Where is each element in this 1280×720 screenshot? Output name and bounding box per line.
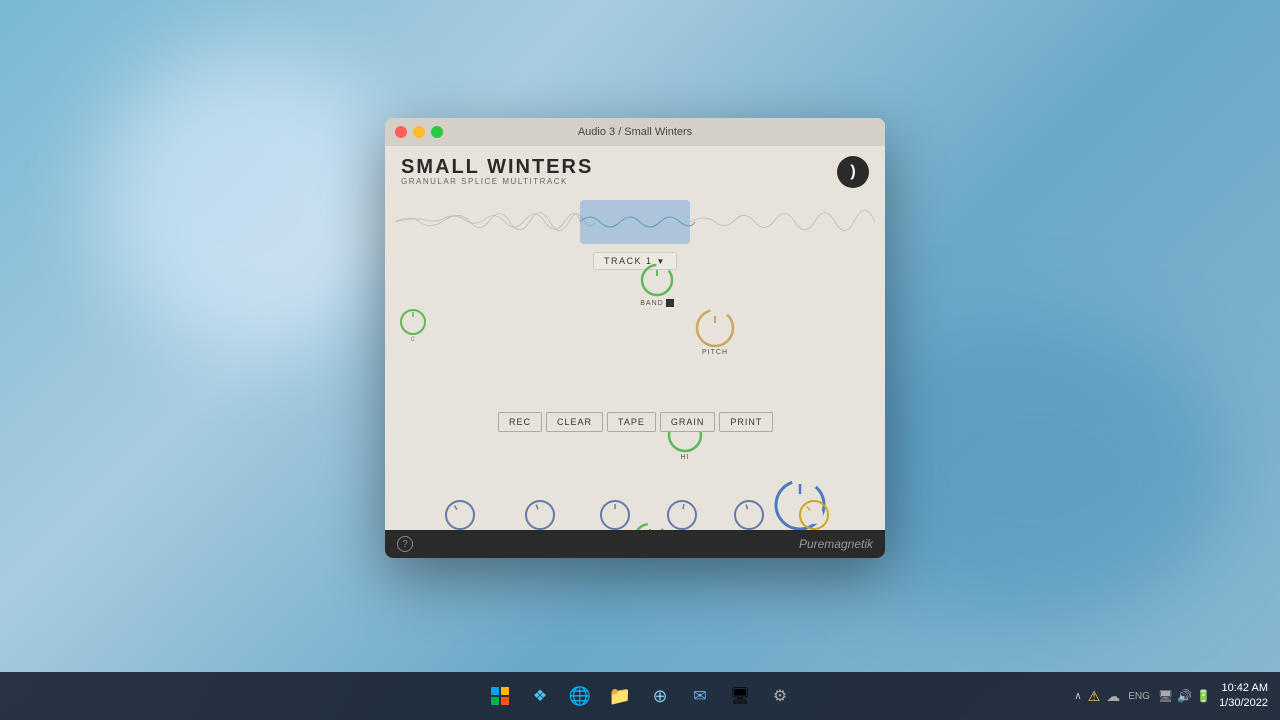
- blur-knob[interactable]: [597, 497, 633, 533]
- window-title: Audio 3 / Small Winters: [578, 126, 692, 138]
- monitor-icon: 🖥: [1158, 689, 1173, 703]
- titlebar: Audio 3 / Small Winters: [385, 118, 885, 146]
- hi-label: HI: [681, 454, 690, 461]
- c-knob-group: C: [398, 307, 428, 343]
- warning-icon: ⚠: [1088, 688, 1101, 705]
- close-button[interactable]: [395, 126, 407, 138]
- plugin-header: SMALL WINTERS GRANULAR SPLICE MULTITRACK…: [385, 146, 885, 192]
- plugin-body: SMALL WINTERS GRANULAR SPLICE MULTITRACK…: [385, 146, 885, 558]
- gain-knob[interactable]: [796, 497, 832, 533]
- rec-button[interactable]: REC: [498, 412, 542, 432]
- buttons-row: REC CLEAR TAPE GRAIN PRINT: [498, 412, 773, 432]
- windows-icon: [491, 687, 509, 705]
- clock-time: 10:42 AM: [1219, 681, 1268, 696]
- edge-button[interactable]: 🌐: [562, 678, 598, 714]
- plugin-name: SMALL WINTERS: [401, 156, 593, 179]
- start-button[interactable]: [482, 678, 518, 714]
- tape-age-knob[interactable]: [664, 497, 700, 533]
- paint-button[interactable]: 🖥: [722, 678, 758, 714]
- puremagnetik-logo: ): [837, 156, 869, 188]
- grain-button[interactable]: GRAIN: [660, 412, 716, 432]
- bg-decoration-1: [100, 50, 400, 350]
- window-controls: [395, 126, 443, 138]
- brand-name: Puremagnetik: [799, 537, 873, 551]
- band-label: BAND: [640, 300, 663, 307]
- store-button[interactable]: ⊕: [642, 678, 678, 714]
- taskbar-center: ❖ 🌐 📁 ⊕ ✉ 🖥 ⚙: [482, 678, 798, 714]
- volume-icon[interactable]: 🔊: [1177, 689, 1192, 703]
- plugin-logo: SMALL WINTERS GRANULAR SPLICE MULTITRACK: [401, 156, 593, 186]
- taskbar: ❖ 🌐 📁 ⊕ ✉ 🖥 ⚙ ∧ ⚠ ☁ ENG 🖥 🔊 🔋 10:42 AM 1…: [0, 672, 1280, 720]
- xtalk-knob[interactable]: [731, 497, 767, 533]
- widgets-button[interactable]: ❖: [522, 678, 558, 714]
- pitch-label: PITCH: [702, 349, 728, 356]
- settings-button[interactable]: ⚙: [762, 678, 798, 714]
- folder-button[interactable]: 📁: [602, 678, 638, 714]
- lang-indicator[interactable]: ENG: [1128, 691, 1150, 702]
- system-tray[interactable]: ∧ ⚠ ☁: [1074, 688, 1120, 705]
- cloud-icon: ☁: [1106, 688, 1120, 705]
- grain-size-knob[interactable]: [442, 497, 478, 533]
- band-knob-group: BAND: [415, 262, 885, 307]
- taskbar-clock[interactable]: 10:42 AM 1/30/2022: [1219, 681, 1268, 712]
- grain-morph-knob[interactable]: [522, 497, 558, 533]
- band-indicator: [666, 299, 674, 307]
- bg-decoration-2: [830, 320, 1230, 620]
- waveform-svg: [395, 192, 875, 252]
- c-knob[interactable]: [398, 307, 428, 337]
- clear-button[interactable]: CLEAR: [546, 412, 603, 432]
- tray-arrow[interactable]: ∧: [1074, 691, 1081, 702]
- tape-button[interactable]: TAPE: [607, 412, 656, 432]
- system-icons: 🖥 🔊 🔋: [1158, 689, 1211, 703]
- plugin-footer: ? Puremagnetik: [385, 530, 885, 558]
- plugin-subtitle: GRANULAR SPLICE MULTITRACK: [401, 177, 593, 186]
- maximize-button[interactable]: [431, 126, 443, 138]
- minimize-button[interactable]: [413, 126, 425, 138]
- plugin-window: Audio 3 / Small Winters SMALL WINTERS GR…: [385, 118, 885, 558]
- help-button[interactable]: ?: [397, 536, 413, 552]
- clock-date: 1/30/2022: [1219, 696, 1268, 711]
- pitch-knob[interactable]: [694, 307, 736, 349]
- mail-button[interactable]: ✉: [682, 678, 718, 714]
- pitch-knob-group: PITCH: [473, 307, 885, 356]
- controls-grid: TRACK 1 ▼ BAND: [393, 252, 877, 558]
- print-button[interactable]: PRINT: [719, 412, 773, 432]
- battery-icon: 🔋: [1196, 689, 1211, 703]
- band-knob[interactable]: [639, 262, 675, 298]
- taskbar-right: ∧ ⚠ ☁ ENG 🖥 🔊 🔋 10:42 AM 1/30/2022: [1074, 681, 1268, 712]
- c-label: C: [411, 337, 416, 343]
- waveform-display[interactable]: [395, 192, 875, 252]
